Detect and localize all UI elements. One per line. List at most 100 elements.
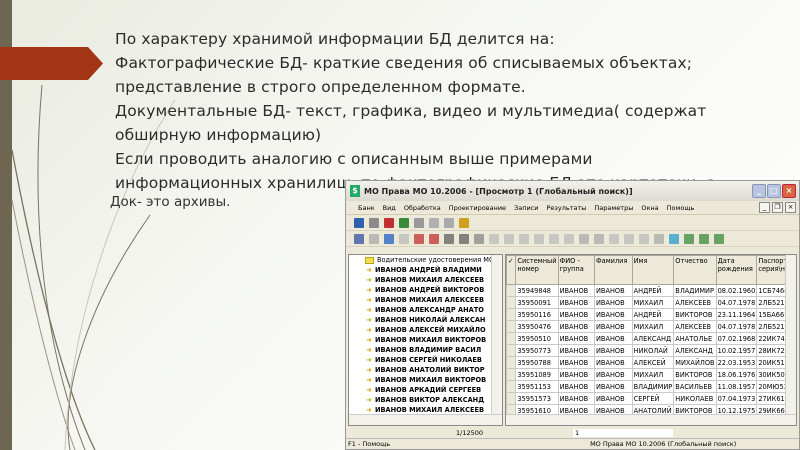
tree-item[interactable]: ➜ ИВАНОВ ВЛАДИМИР ВАСИЛ	[349, 345, 502, 355]
toolbar-icon[interactable]	[369, 233, 379, 244]
tree-item-label: ИВАНОВ МИХАИЛ АЛЕКСЕЕВ	[375, 406, 484, 414]
records-tree[interactable]: Водительские удостоверения МО I ➜ ИВАНОВ …	[348, 254, 503, 426]
tree-item[interactable]: ➜ ИВАНОВ МИХАИЛ АЛЕКСЕЕВ	[349, 295, 502, 305]
column-header[interactable]: Системный номер	[515, 255, 559, 285]
menu-item[interactable]: Проектирование	[449, 204, 506, 212]
grid-vertical-scrollbar[interactable]	[785, 255, 796, 414]
toolbar-icon[interactable]	[429, 233, 439, 244]
table-row[interactable]: 35950788 ИВАНОВ ИВАНОВ АЛЕКСЕЙ МИХАЙЛОВ 22.03…	[506, 356, 796, 369]
toolbar-icon[interactable]	[699, 233, 709, 244]
toolbar-icon[interactable]	[519, 233, 529, 244]
tree-item[interactable]: ➜ ИВАНОВ АЛЕКСЕЙ МИХАЙЛО	[349, 325, 502, 335]
mdi-close-button[interactable]: ×	[785, 202, 796, 213]
toolbar-icon[interactable]	[399, 233, 409, 244]
menu-item[interactable]: Записи	[514, 204, 538, 212]
toolbar-icon[interactable]	[549, 233, 559, 244]
column-header[interactable]: Отчество	[673, 255, 717, 285]
column-header[interactable]: Имя	[631, 255, 675, 285]
table-row[interactable]: 35951153 ИВАНОВ ИВАНОВ ВЛАДИМИР ВАСИЛЬЕВ 11.0…	[506, 380, 796, 393]
toolbar-icon[interactable]	[564, 233, 574, 244]
column-header[interactable]: Дата рождения	[715, 255, 758, 285]
row-selector[interactable]	[506, 296, 517, 309]
toolbar-icon[interactable]	[354, 233, 364, 244]
column-header[interactable]: Фамилия	[593, 255, 633, 285]
grid-horizontal-scrollbar[interactable]	[506, 414, 796, 425]
toolbar-icon[interactable]	[609, 233, 619, 244]
toolbar-icon[interactable]	[684, 233, 694, 244]
minimize-button[interactable]: _	[752, 184, 766, 198]
table-row[interactable]: 35949848 ИВАНОВ ИВАНОВ АНДРЕЙ ВЛАДИМИР 08.02.…	[506, 284, 796, 297]
toolbar-icon[interactable]	[594, 233, 604, 244]
row-selector[interactable]	[506, 308, 517, 321]
column-header[interactable]: ФИО - группа	[557, 255, 595, 285]
tree-item[interactable]: ➜ ИВАНОВ ВИКТОР АЛЕКСАНД	[349, 395, 502, 405]
tree-item[interactable]: ➜ ИВАНОВ АНАТОЛИЙ ВИКТОР	[349, 365, 502, 375]
title-bar[interactable]: $ МО Права МО 10.2006 - [Просмотр 1 (Гло…	[346, 181, 799, 201]
toolbar-icon[interactable]	[624, 233, 634, 244]
table-cell: 08.02.1960	[715, 284, 758, 297]
toolbar-icon[interactable]	[384, 217, 394, 228]
toolbar-icon[interactable]	[369, 217, 379, 228]
row-selector[interactable]	[506, 284, 517, 297]
table-cell: АНДРЕЙ	[631, 308, 675, 321]
row-selector[interactable]	[506, 368, 517, 381]
toolbar-icon[interactable]	[459, 233, 469, 244]
table-row[interactable]: 35951089 ИВАНОВ ИВАНОВ МИХАИЛ ВИКТОРОВ 18.06.…	[506, 368, 796, 381]
tree-item[interactable]: ➜ ИВАНОВ АРКАДИЙ СЕРГЕЕВ	[349, 385, 502, 395]
toolbar-icon[interactable]	[504, 233, 514, 244]
record-field[interactable]: 1	[573, 429, 674, 437]
maximize-button[interactable]: □	[767, 184, 781, 198]
close-button[interactable]: ×	[782, 184, 796, 198]
toolbar-icon[interactable]	[639, 233, 649, 244]
row-selector[interactable]	[506, 356, 517, 369]
toolbar-icon[interactable]	[669, 233, 679, 244]
toolbar-icon[interactable]	[444, 217, 454, 228]
menu-item[interactable]: Параметры	[594, 204, 633, 212]
tree-item[interactable]: ➜ ИВАНОВ АНДРЕЙ ВЛАДИМИ	[349, 265, 502, 275]
row-selector[interactable]	[506, 344, 517, 357]
menu-item[interactable]: Окна	[641, 204, 658, 212]
tree-vertical-scrollbar[interactable]	[491, 255, 502, 414]
toolbar-icon[interactable]	[414, 217, 424, 228]
menu-item[interactable]: Вид	[383, 204, 396, 212]
menu-item[interactable]: Обработка	[404, 204, 441, 212]
toolbar-icon[interactable]	[354, 217, 364, 228]
table-row[interactable]: 35950091 ИВАНОВ ИВАНОВ МИХАИЛ АЛЕКСЕЕВ 04.07.…	[506, 296, 796, 309]
table-row[interactable]: 35951573 ИВАНОВ ИВАНОВ СЕРГЕЙ НИКОЛАЕВ 07.04.…	[506, 392, 796, 405]
tree-item[interactable]: ➜ ИВАНОВ СЕРГЕЙ НИКОЛАЕВ	[349, 355, 502, 365]
toolbar-icon[interactable]	[489, 233, 499, 244]
tree-item[interactable]: ➜ ИВАНОВ НИКОЛАЙ АЛЕКСАН	[349, 315, 502, 325]
select-column-header[interactable]: ✓	[506, 255, 517, 285]
toolbar-icon[interactable]	[654, 233, 664, 244]
row-selector[interactable]	[506, 380, 517, 393]
toolbar-icon[interactable]	[444, 233, 454, 244]
toolbar-icon[interactable]	[399, 217, 409, 228]
toolbar-icon[interactable]	[414, 233, 424, 244]
tree-item[interactable]: ➜ ИВАНОВ АЛЕКСАНДР АНАТО	[349, 305, 502, 315]
row-selector[interactable]	[506, 320, 517, 333]
tree-item[interactable]: ➜ ИВАНОВ МИХАИЛ АЛЕКСЕЕВ	[349, 275, 502, 285]
toolbar-icon[interactable]	[714, 233, 724, 244]
toolbar-icon[interactable]	[384, 233, 394, 244]
mdi-restore-button[interactable]: ❐	[772, 202, 783, 213]
row-selector[interactable]	[506, 332, 517, 345]
tree-root[interactable]: Водительские удостоверения МО I	[349, 255, 502, 265]
menu-item[interactable]: Результаты	[547, 204, 587, 212]
tree-horizontal-scrollbar[interactable]	[349, 414, 502, 425]
menu-item[interactable]: Банк	[358, 204, 375, 212]
tree-item[interactable]: ➜ ИВАНОВ МИХАИЛ ВИКТОРОВ	[349, 335, 502, 345]
toolbar-icon[interactable]	[429, 217, 439, 228]
toolbar-icon[interactable]	[534, 233, 544, 244]
row-selector[interactable]	[506, 392, 517, 405]
mdi-minimize-button[interactable]: _	[759, 202, 770, 213]
table-row[interactable]: 35950116 ИВАНОВ ИВАНОВ АНДРЕЙ ВИКТОРОВ 23.11.…	[506, 308, 796, 321]
toolbar-icon[interactable]	[579, 233, 589, 244]
tree-item[interactable]: ➜ ИВАНОВ МИХАИЛ ВИКТОРОВ	[349, 375, 502, 385]
toolbar-icon[interactable]	[459, 217, 469, 228]
tree-item[interactable]: ➜ ИВАНОВ АНДРЕЙ ВИКТОРОВ	[349, 285, 502, 295]
menu-item[interactable]: Помощь	[667, 204, 695, 212]
table-row[interactable]: 35950476 ИВАНОВ ИВАНОВ МИХАИЛ АЛЕКСЕЕВ 04.07.…	[506, 320, 796, 333]
toolbar-icon[interactable]	[474, 233, 484, 244]
table-row[interactable]: 35950773 ИВАНОВ ИВАНОВ НИКОЛАЙ АЛЕКСАНД 10.02…	[506, 344, 796, 357]
table-row[interactable]: 35950510 ИВАНОВ ИВАНОВ АЛЕКСАНД АНАТОЛЬЕ 07.0…	[506, 332, 796, 345]
